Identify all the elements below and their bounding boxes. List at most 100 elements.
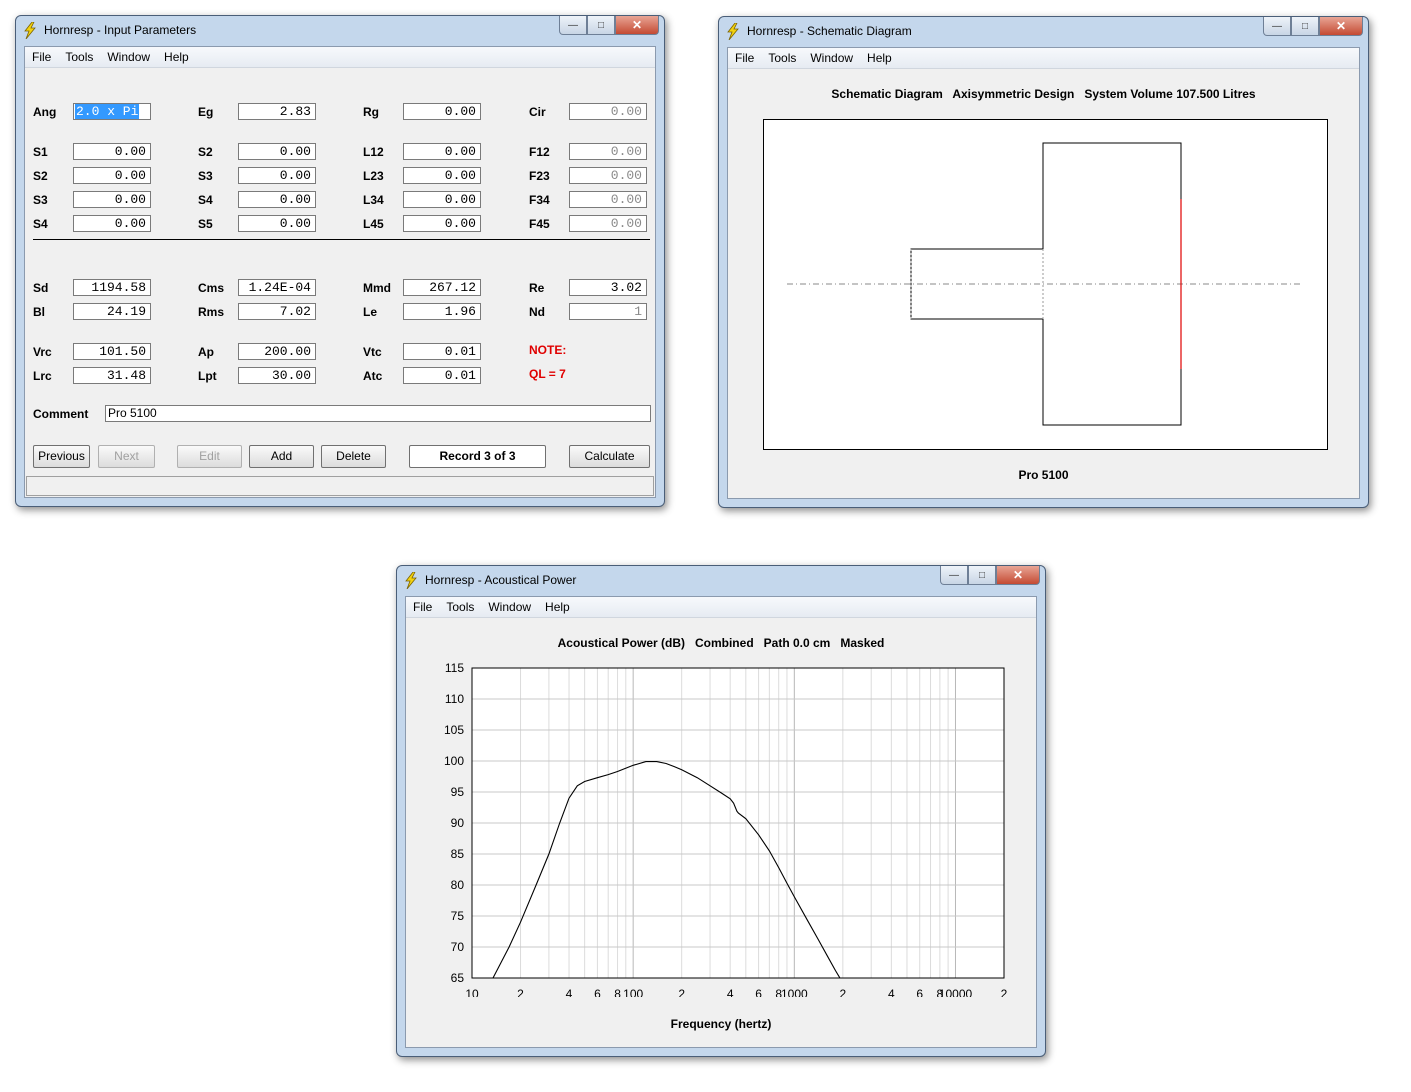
maximize-button[interactable]: □ (1291, 17, 1319, 36)
minimize-button[interactable]: — (940, 566, 968, 585)
param-field-vtc[interactable]: 0.01 (403, 343, 481, 360)
param-label-s5: S5 (198, 217, 213, 231)
schematic-diagram (763, 119, 1328, 450)
param-field-nd[interactable]: 1 (569, 303, 647, 320)
minimize-button[interactable]: — (1263, 17, 1291, 36)
input-titlebar[interactable]: Hornresp - Input Parameters — □ ✕ (16, 16, 664, 46)
param-field-l45[interactable]: 0.00 (403, 215, 481, 232)
x-tick-label: 1000 (781, 987, 808, 997)
param-field-s4[interactable]: 0.00 (73, 215, 151, 232)
y-tick-label: 85 (451, 847, 465, 861)
comment-field[interactable]: Pro 5100 (105, 405, 651, 422)
delete-button[interactable]: Delete (321, 445, 386, 468)
previous-button[interactable]: Previous (33, 445, 90, 468)
maximize-button[interactable]: □ (587, 16, 615, 35)
param-field-rms[interactable]: 7.02 (238, 303, 316, 320)
x-tick-label: 10000 (939, 987, 973, 997)
calculate-button[interactable]: Calculate (569, 445, 650, 468)
input-client-area: File Tools Window Help Ang 2.0 x Pi Eg 2.83 Rg 0… (24, 46, 656, 498)
selected-text: 2.0 x Pi (75, 104, 140, 119)
param-field-f45[interactable]: 0.00 (569, 215, 647, 232)
y-tick-label: 90 (451, 816, 465, 830)
x-tick-label: 2 (517, 987, 524, 997)
y-tick-label: 110 (445, 692, 464, 706)
schematic-titlebar[interactable]: Hornresp - Schematic Diagram — □ ✕ (719, 17, 1368, 47)
param-field-rg[interactable]: 0.00 (403, 103, 481, 120)
param-label-s2: S2 (33, 169, 48, 183)
param-label-lrc: Lrc (33, 369, 52, 383)
param-field-mmd[interactable]: 267.12 (403, 279, 481, 296)
close-button[interactable]: ✕ (1319, 17, 1363, 36)
acoustical-power-chart: 6570758085909510010511011510 2 4 6 8 100 2 4 6 81… (444, 661, 1008, 997)
menu-file[interactable]: File (728, 48, 761, 66)
param-label-f45: F45 (529, 217, 550, 231)
y-tick-label: 65 (451, 971, 465, 985)
param-field-l23[interactable]: 0.00 (403, 167, 481, 184)
menu-file[interactable]: File (25, 47, 58, 65)
next-button[interactable]: Next (98, 445, 155, 468)
param-field-f23[interactable]: 0.00 (569, 167, 647, 184)
param-field-eg[interactable]: 2.83 (238, 103, 316, 120)
param-field-s3[interactable]: 0.00 (238, 167, 316, 184)
param-field-l34[interactable]: 0.00 (403, 191, 481, 208)
param-field-s1[interactable]: 0.00 (73, 143, 151, 160)
power-titlebar[interactable]: Hornresp - Acoustical Power — □ ✕ (397, 566, 1045, 596)
param-field-ap[interactable]: 200.00 (238, 343, 316, 360)
param-field-cir[interactable]: 0.00 (569, 103, 647, 120)
hornresp-bolt-icon (727, 23, 739, 40)
note-value: QL = 7 (529, 367, 566, 381)
param-label-s4: S4 (33, 217, 48, 231)
param-field-s3[interactable]: 0.00 (73, 191, 151, 208)
param-label-cir: Cir (529, 105, 546, 119)
param-field-f12[interactable]: 0.00 (569, 143, 647, 160)
add-button[interactable]: Add (249, 445, 314, 468)
menu-window[interactable]: Window (100, 47, 157, 65)
menu-file[interactable]: File (406, 597, 439, 615)
param-field-sd[interactable]: 1194.58 (73, 279, 151, 296)
x-tick-label: 2 (1001, 987, 1008, 997)
window-title: Hornresp - Acoustical Power (425, 573, 577, 587)
param-field-lrc[interactable]: 31.48 (73, 367, 151, 384)
param-label-s3: S3 (198, 169, 213, 183)
menu-help[interactable]: Help (157, 47, 196, 65)
maximize-button[interactable]: □ (968, 566, 996, 585)
param-label-f34: F34 (529, 193, 550, 207)
param-field-s4[interactable]: 0.00 (238, 191, 316, 208)
param-field-l12[interactable]: 0.00 (403, 143, 481, 160)
menu-window[interactable]: Window (481, 597, 538, 615)
param-label-rms: Rms (198, 305, 225, 319)
param-field-lpt[interactable]: 30.00 (238, 367, 316, 384)
hornresp-bolt-icon (405, 572, 417, 589)
separator-line (33, 239, 650, 240)
param-field-cms[interactable]: 1.24E-04 (238, 279, 316, 296)
edit-button[interactable]: Edit (177, 445, 242, 468)
y-tick-label: 100 (444, 754, 464, 768)
param-field-vrc[interactable]: 101.50 (73, 343, 151, 360)
param-field-s2[interactable]: 0.00 (238, 143, 316, 160)
x-tick-label: 4 (888, 987, 895, 997)
param-field-re[interactable]: 3.02 (569, 279, 647, 296)
param-label-sd: Sd (33, 281, 49, 295)
minimize-button[interactable]: — (559, 16, 587, 35)
menu-tools[interactable]: Tools (439, 597, 481, 615)
param-field-f34[interactable]: 0.00 (569, 191, 647, 208)
menu-help[interactable]: Help (538, 597, 577, 615)
x-tick-label: 100 (623, 987, 643, 997)
param-field-s2[interactable]: 0.00 (73, 167, 151, 184)
param-label-f23: F23 (529, 169, 550, 183)
param-field-bl[interactable]: 24.19 (73, 303, 151, 320)
menu-tools[interactable]: Tools (761, 48, 803, 66)
param-label-cms: Cms (198, 281, 225, 295)
x-tick-label: 4 (566, 987, 573, 997)
param-label-mmd: Mmd (363, 281, 391, 295)
param-field-s5[interactable]: 0.00 (238, 215, 316, 232)
menu-help[interactable]: Help (860, 48, 899, 66)
close-button[interactable]: ✕ (615, 16, 659, 35)
menu-tools[interactable]: Tools (58, 47, 100, 65)
close-button[interactable]: ✕ (996, 566, 1040, 585)
param-label-lpt: Lpt (198, 369, 217, 383)
menu-window[interactable]: Window (803, 48, 860, 66)
param-field-atc[interactable]: 0.01 (403, 367, 481, 384)
param-field-ang[interactable]: 2.0 x Pi (73, 103, 151, 120)
param-field-le[interactable]: 1.96 (403, 303, 481, 320)
